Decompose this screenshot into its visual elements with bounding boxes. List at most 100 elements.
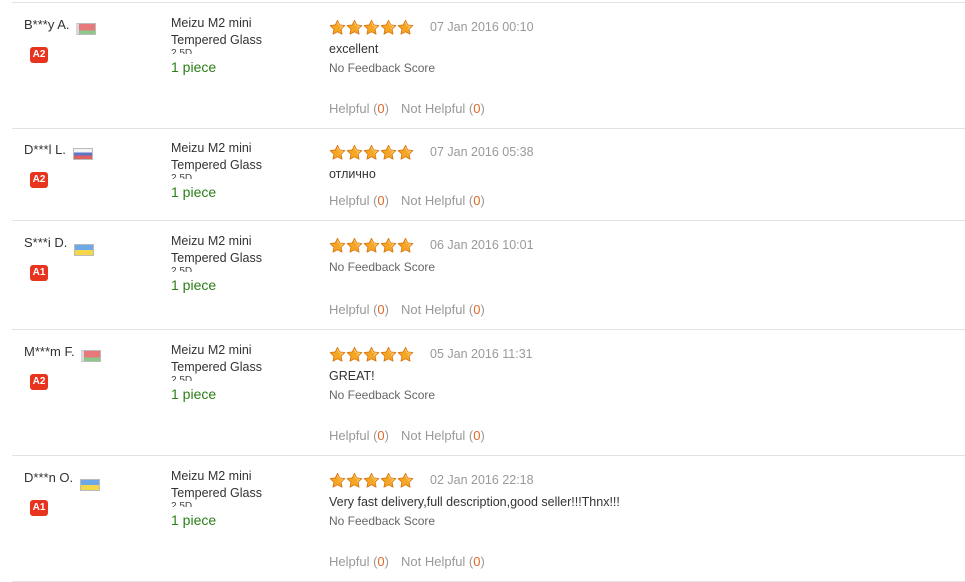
star-icon <box>363 346 380 363</box>
helpful-controls: Helpful (0) Not Helpful (0) <box>329 193 485 208</box>
star-icon <box>329 144 346 161</box>
review-text: GREAT! <box>329 369 375 383</box>
helpful-count: 0 <box>377 302 385 317</box>
helpful-controls: Helpful (0) Not Helpful (0) <box>329 554 485 569</box>
review-body: 05 Jan 2016 11:31 GREAT! No Feedback Sco… <box>329 344 949 402</box>
helpful-count: 0 <box>377 193 385 208</box>
quantity: 1 piece <box>171 184 217 200</box>
helpful-button[interactable]: Helpful (0) <box>329 193 389 208</box>
product-name-line-2: Tempered Glass <box>171 486 263 500</box>
not-helpful-label: Not Helpful <box>401 302 466 317</box>
country-flag-icon <box>79 479 100 491</box>
review-body: 02 Jan 2016 22:18 Very fast delivery,ful… <box>329 470 949 528</box>
product-name-line-3: 2.5D <box>171 502 291 507</box>
buyer-level-badge: A1 <box>30 265 48 281</box>
country-flag-icon <box>76 23 97 35</box>
product-name-line-3: 2.5D <box>171 267 291 272</box>
helpful-count: 0 <box>377 428 385 443</box>
helpful-button[interactable]: Helpful (0) <box>329 428 389 443</box>
review-text: excellent <box>329 42 379 56</box>
not-helpful-count: 0 <box>473 302 481 317</box>
country-flag-icon <box>72 148 93 160</box>
product-name[interactable]: Meizu M2 mini Tempered Glass <box>171 233 291 267</box>
product-name-line-3: 2.5D <box>171 376 291 381</box>
country-flag-icon <box>81 350 102 362</box>
quantity: 1 piece <box>171 277 217 293</box>
quantity: 1 piece <box>171 386 217 402</box>
buyer-info: D***l L. <box>24 142 93 160</box>
star-icon <box>329 19 346 36</box>
helpful-controls: Helpful (0) Not Helpful (0) <box>329 428 485 443</box>
star-rating <box>329 472 414 489</box>
country-flag-icon <box>73 244 94 256</box>
product-info: Meizu M2 mini Tempered Glass 2.5D 1 piec… <box>171 140 291 201</box>
not-helpful-count: 0 <box>473 554 481 569</box>
star-icon <box>363 237 380 254</box>
product-name-line-1: Meizu M2 mini <box>171 469 252 483</box>
not-helpful-button[interactable]: Not Helpful (0) <box>401 101 485 116</box>
star-icon <box>380 19 397 36</box>
product-info: Meizu M2 mini Tempered Glass 2.5D 1 piec… <box>171 468 291 529</box>
not-helpful-button[interactable]: Not Helpful (0) <box>401 302 485 317</box>
product-name-line-2: Tempered Glass <box>171 251 263 265</box>
review-row: S***i D. A1 Meizu M2 mini Tempered Glass… <box>12 221 965 330</box>
star-icon <box>380 144 397 161</box>
star-icon <box>397 19 414 36</box>
star-icon <box>380 472 397 489</box>
feedback-score: No Feedback Score <box>329 388 436 402</box>
not-helpful-count: 0 <box>473 428 481 443</box>
star-icon <box>346 346 363 363</box>
product-name[interactable]: Meizu M2 mini Tempered Glass <box>171 468 291 502</box>
product-name[interactable]: Meizu M2 mini Tempered Glass <box>171 140 291 174</box>
product-name-line-2: Tempered Glass <box>171 360 263 374</box>
review-date: 07 Jan 2016 05:38 <box>430 145 534 159</box>
review-body: 06 Jan 2016 10:01 No Feedback Score <box>329 235 949 274</box>
not-helpful-button[interactable]: Not Helpful (0) <box>401 554 485 569</box>
helpful-button[interactable]: Helpful (0) <box>329 302 389 317</box>
star-icon <box>329 346 346 363</box>
star-icon <box>363 144 380 161</box>
buyer-level-badge: A2 <box>30 172 48 188</box>
product-info: Meizu M2 mini Tempered Glass 2.5D 1 piec… <box>171 15 291 76</box>
star-icon <box>363 19 380 36</box>
star-icon <box>380 346 397 363</box>
helpful-controls: Helpful (0) Not Helpful (0) <box>329 302 485 317</box>
not-helpful-button[interactable]: Not Helpful (0) <box>401 193 485 208</box>
review-text: Very fast delivery,full description,good… <box>329 495 620 509</box>
product-name[interactable]: Meizu M2 mini Tempered Glass <box>171 342 291 376</box>
product-info: Meizu M2 mini Tempered Glass 2.5D 1 piec… <box>171 342 291 403</box>
buyer-name: S***i D. <box>24 235 68 250</box>
review-body: 07 Jan 2016 00:10 excellent No Feedback … <box>329 17 949 75</box>
product-name[interactable]: Meizu M2 mini Tempered Glass <box>171 15 291 49</box>
star-rating <box>329 19 414 36</box>
buyer-name: M***m F. <box>24 344 75 359</box>
not-helpful-button[interactable]: Not Helpful (0) <box>401 428 485 443</box>
helpful-button[interactable]: Helpful (0) <box>329 101 389 116</box>
star-rating <box>329 144 414 161</box>
quantity: 1 piece <box>171 59 217 75</box>
helpful-count: 0 <box>377 101 385 116</box>
buyer-name: D***l L. <box>24 142 66 157</box>
buyer-info: B***y A. <box>24 17 97 35</box>
helpful-label: Helpful <box>329 428 370 443</box>
star-icon <box>397 472 414 489</box>
review-date: 05 Jan 2016 11:31 <box>430 347 533 361</box>
star-icon <box>397 346 414 363</box>
helpful-label: Helpful <box>329 302 370 317</box>
review-date: 06 Jan 2016 10:01 <box>430 238 534 252</box>
product-name-line-1: Meizu M2 mini <box>171 141 252 155</box>
product-name-line-3: 2.5D <box>171 174 291 179</box>
review-text: отлично <box>329 167 376 181</box>
star-icon <box>397 144 414 161</box>
review-date: 07 Jan 2016 00:10 <box>430 20 534 34</box>
buyer-level-badge: A2 <box>30 47 48 63</box>
review-body: 07 Jan 2016 05:38 отлично <box>329 142 949 181</box>
not-helpful-count: 0 <box>473 193 481 208</box>
not-helpful-label: Not Helpful <box>401 193 466 208</box>
helpful-button[interactable]: Helpful (0) <box>329 554 389 569</box>
product-name-line-2: Tempered Glass <box>171 158 263 172</box>
helpful-label: Helpful <box>329 554 370 569</box>
helpful-controls: Helpful (0) Not Helpful (0) <box>329 101 485 116</box>
buyer-info: S***i D. <box>24 235 94 256</box>
star-rating <box>329 237 414 254</box>
